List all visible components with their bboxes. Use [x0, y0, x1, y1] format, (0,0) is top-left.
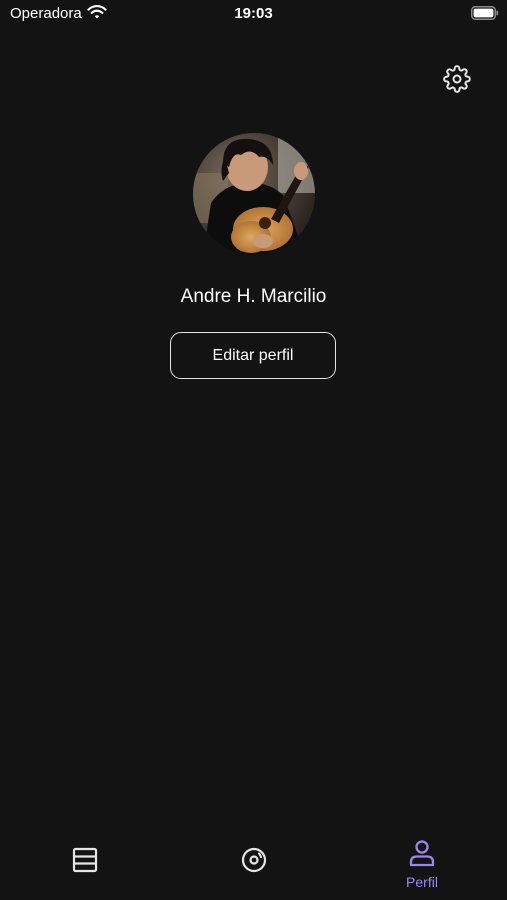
list-icon — [72, 847, 98, 873]
tab-profile[interactable]: Perfil — [362, 828, 482, 900]
profile-name: Andre H. Marcilio — [180, 286, 327, 307]
tab-bar: Perfil — [0, 828, 507, 900]
person-icon — [409, 840, 435, 867]
disc-icon — [241, 847, 267, 873]
clock: 19:03 — [234, 5, 273, 22]
avatar — [193, 133, 315, 255]
gear-icon — [443, 65, 471, 93]
status-bar: Operadora 19:03 — [0, 0, 507, 30]
tab-list[interactable] — [25, 828, 145, 900]
settings-button[interactable] — [443, 65, 471, 93]
tab-disc[interactable] — [194, 828, 314, 900]
tab-profile-label: Perfil — [406, 874, 438, 890]
battery-icon — [471, 6, 499, 20]
edit-profile-button[interactable]: Editar perfil — [170, 332, 336, 379]
